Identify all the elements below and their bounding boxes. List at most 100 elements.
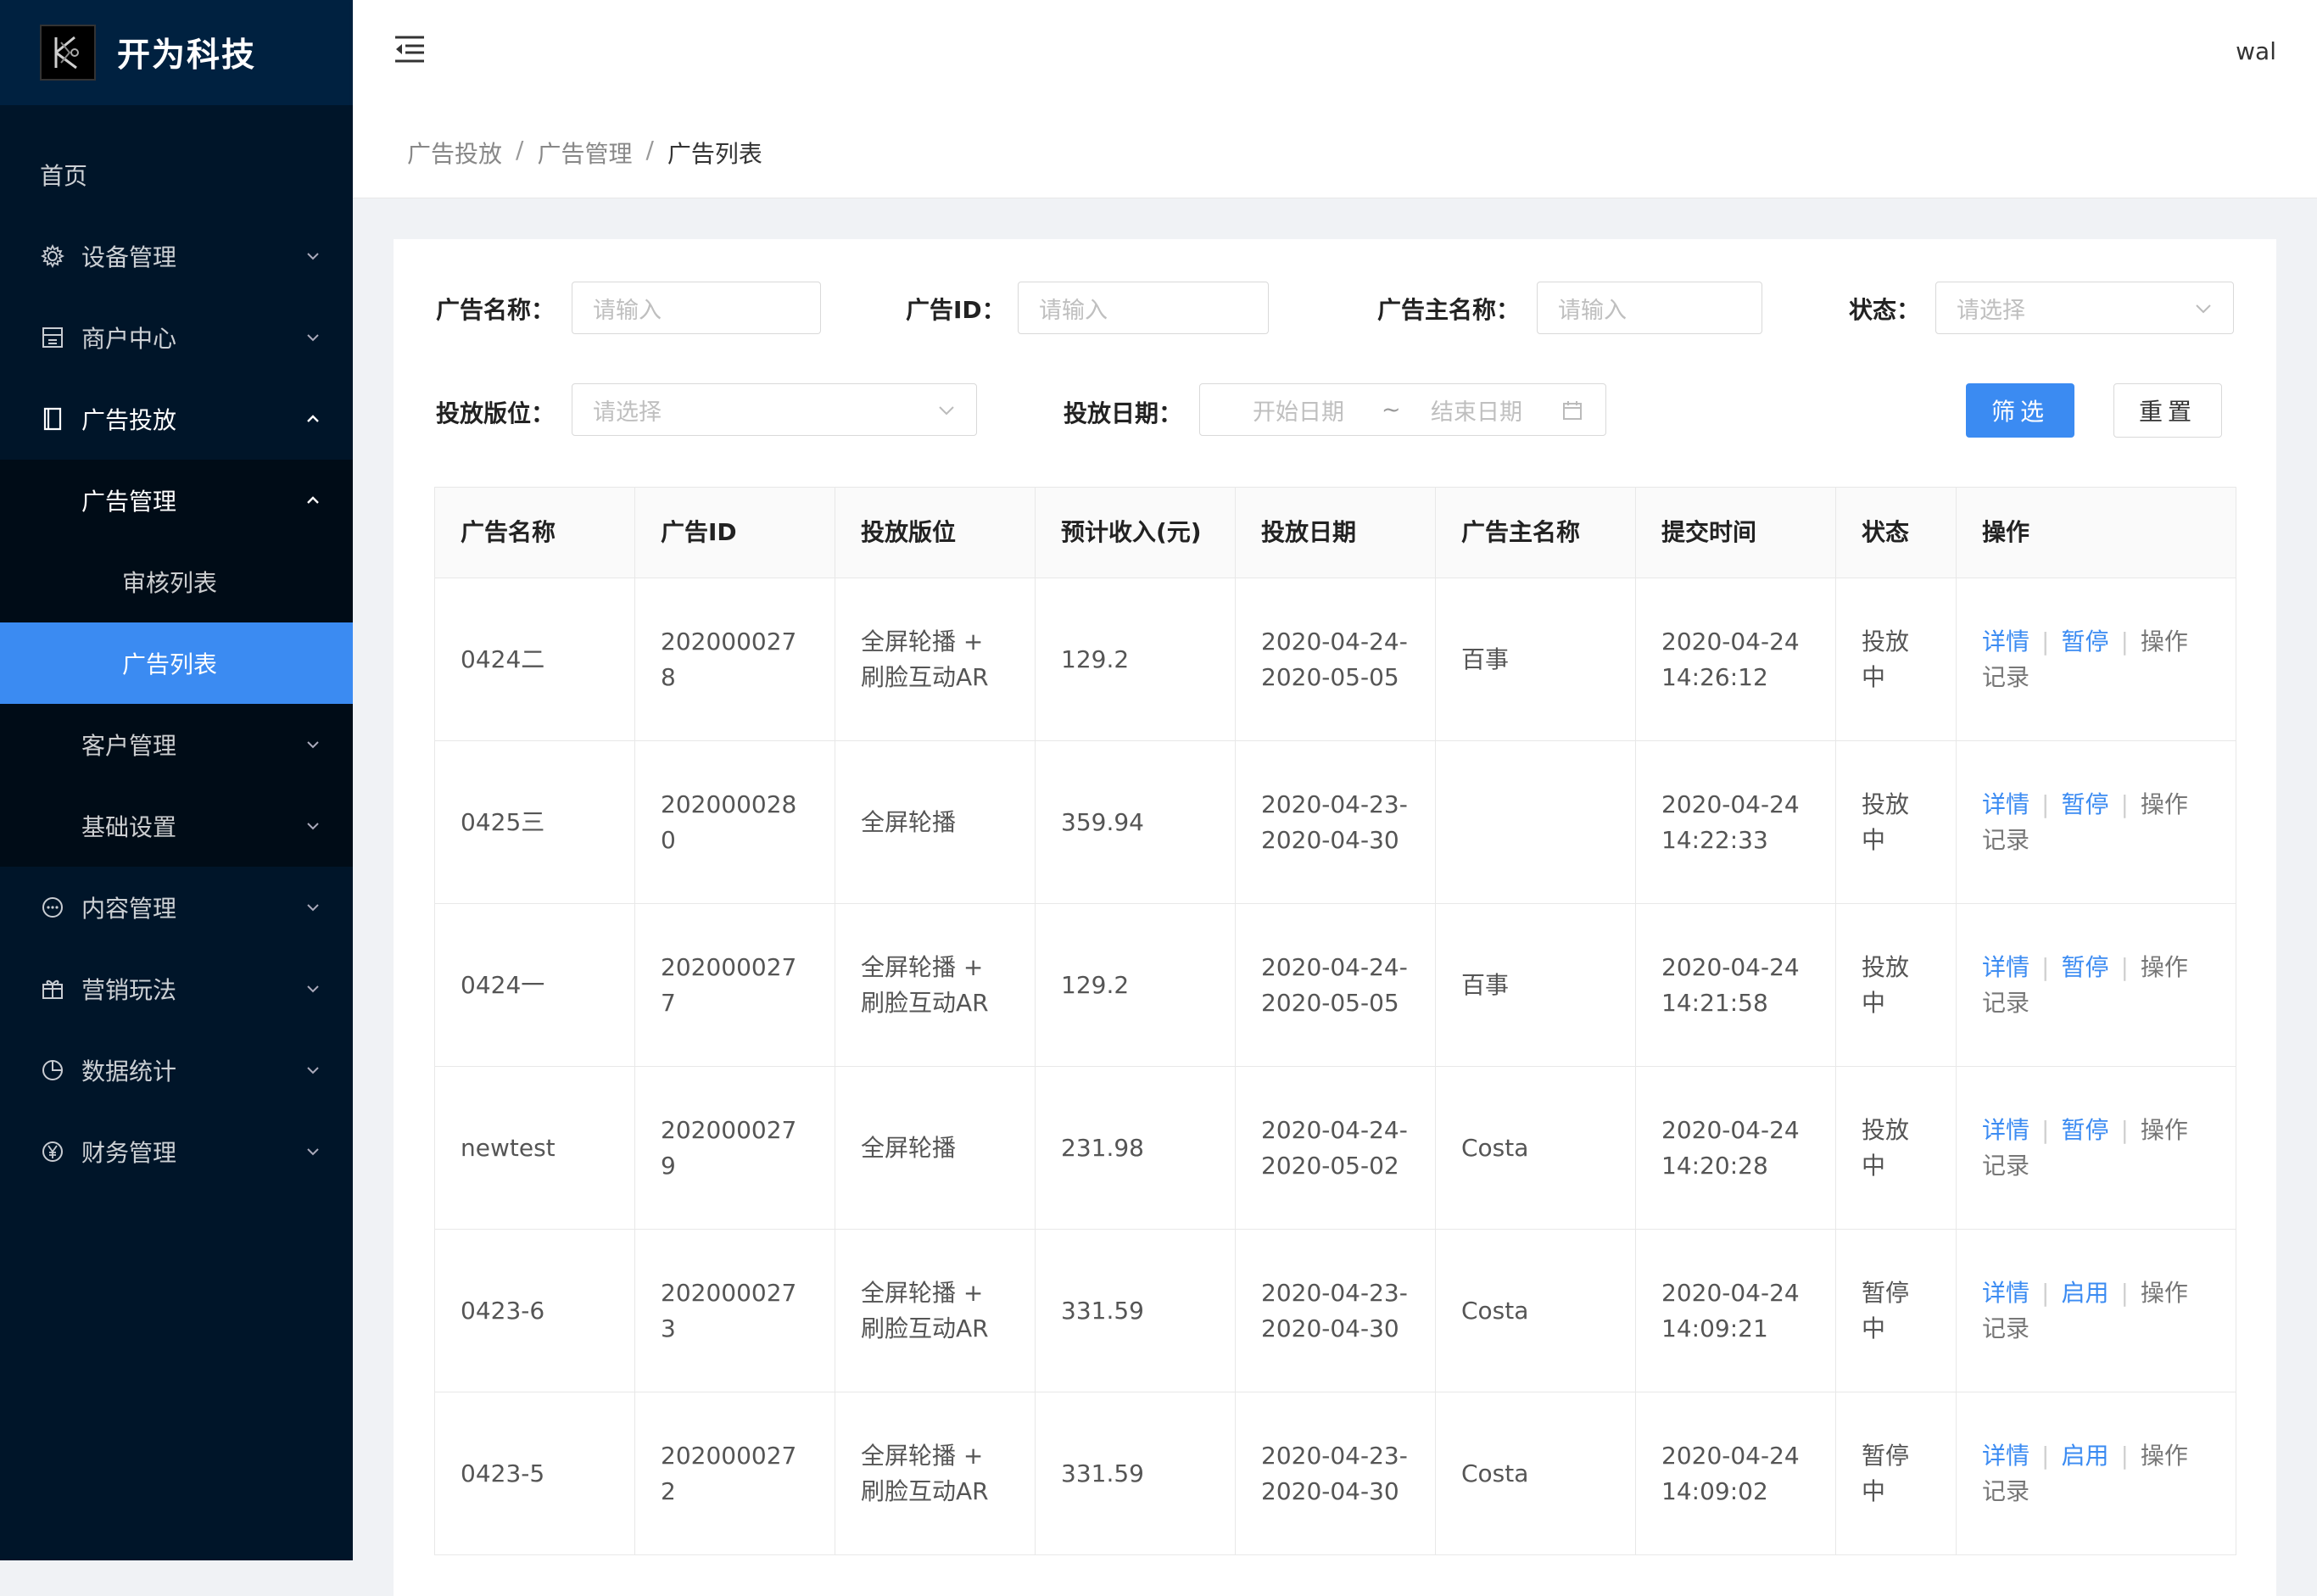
cell-advertiser: 百事 (1435, 903, 1636, 1067)
cell-actions: 详情 | 启用 | 操作记录 (1956, 1392, 2236, 1555)
chevron-down-icon (2196, 304, 2211, 314)
action-divider: | (2041, 952, 2050, 981)
cell-advertiser: 百事 (1435, 578, 1636, 741)
book-icon (43, 407, 62, 431)
sidebar-item-basic-settings[interactable]: 基础设置 (0, 785, 353, 867)
advertiser-input[interactable]: 请输入 (1537, 282, 1762, 334)
content-card: 广告名称： 请输入 广告ID： 请输入 广告主名称： 请输入 状态： 请选择 投… (394, 239, 2276, 1596)
sidebar-item-label: 营销玩法 (81, 976, 177, 1004)
cell-status: 投放中 (1835, 903, 1957, 1067)
slot-select-placeholder: 请选择 (593, 399, 662, 426)
calendar-icon (1563, 401, 1582, 420)
date-end-input[interactable]: 结束日期 (1431, 393, 1522, 427)
status-select[interactable]: 请选择 (1935, 282, 2234, 334)
detail-link[interactable]: 详情 (1982, 1279, 2029, 1307)
sidebar-item-label: 设备管理 (81, 243, 177, 271)
date-range-picker[interactable]: 开始日期 ~ 结束日期 (1199, 383, 1606, 436)
sidebar-item-label: 数据统计 (81, 1057, 177, 1085)
breadcrumb-current: 广告列表 (667, 140, 762, 168)
sidebar-item-content[interactable]: 内容管理 (0, 867, 353, 948)
sidebar-item-label: 内容管理 (81, 895, 177, 923)
ad-name-label: 广告名称： (436, 296, 556, 324)
sidebar-item-label: 广告投放 (81, 406, 177, 434)
sidebar-item-device[interactable]: 设备管理 (0, 215, 353, 297)
cell-income: 331.59 (1035, 1392, 1236, 1555)
column-header: 广告名称 (434, 487, 635, 578)
breadcrumb-separator: / (516, 136, 524, 164)
cell-ad-name: 0425三 (434, 740, 635, 904)
action-divider: | (2041, 1278, 2050, 1307)
table-row: 0423-5 2020000272 全屏轮播 + 刷脸互动AR 331.59 2020-… (434, 1392, 2236, 1555)
ad-name-input[interactable]: 请输入 (572, 282, 821, 334)
toggle-status-link[interactable]: 暂停 (2061, 1116, 2108, 1144)
detail-link[interactable]: 详情 (1982, 628, 2029, 656)
cell-status: 暂停中 (1835, 1229, 1957, 1392)
breadcrumb: 广告投放 / 广告管理 / 广告列表 (407, 136, 762, 170)
sidebar-item-statistics[interactable]: 数据统计 (0, 1030, 353, 1111)
cell-ad-id: 2020000272 (634, 1392, 835, 1555)
cell-actions: 详情 | 暂停 | 操作记录 (1956, 1066, 2236, 1230)
logo-icon (40, 25, 96, 81)
cell-advertiser: Costa (1435, 1066, 1636, 1230)
chevron-down-icon (307, 1067, 319, 1074)
cell-submitted: 2020-04-24 14:22:33 (1635, 740, 1836, 904)
action-divider: | (2120, 1278, 2129, 1307)
user-name[interactable]: wal (2236, 37, 2276, 65)
reset-button[interactable]: 重置 (2113, 383, 2222, 438)
toggle-status-link[interactable]: 暂停 (2061, 790, 2108, 818)
table-row: 0424二 2020000278 全屏轮播 + 刷脸互动AR 129.2 2020-04… (434, 578, 2236, 741)
chevron-down-icon (307, 253, 319, 260)
cell-income: 129.2 (1035, 578, 1236, 741)
toggle-status-link[interactable]: 启用 (2061, 1442, 2108, 1470)
sidebar-item-home[interactable]: 首页 (0, 134, 353, 215)
cell-date: 2020-04-23-2020-04-30 (1235, 740, 1436, 904)
toggle-status-link[interactable]: 暂停 (2061, 628, 2108, 656)
cell-advertiser: Costa (1435, 1392, 1636, 1555)
cell-ad-name: 0424二 (434, 578, 635, 741)
cell-slot: 全屏轮播 (835, 740, 1036, 904)
cell-submitted: 2020-04-24 14:21:58 (1635, 903, 1836, 1067)
column-header: 状态 (1835, 487, 1957, 578)
sidebar-item-label: 广告列表 (122, 650, 218, 678)
sidebar-item-label: 首页 (40, 162, 88, 190)
detail-link[interactable]: 详情 (1982, 953, 2029, 981)
sidebar-item-finance[interactable]: 财务管理 (0, 1111, 353, 1192)
action-divider: | (2041, 627, 2050, 656)
toggle-status-link[interactable]: 暂停 (2061, 953, 2108, 981)
sidebar-item-label: 审核列表 (122, 569, 218, 597)
cell-status: 投放中 (1835, 740, 1957, 904)
cell-actions: 详情 | 暂停 | 操作记录 (1956, 903, 2236, 1067)
sidebar-item-marketing[interactable]: 营销玩法 (0, 948, 353, 1030)
message-icon (42, 897, 63, 918)
detail-link[interactable]: 详情 (1982, 790, 2029, 818)
action-divider: | (2120, 1441, 2129, 1470)
sidebar-item-merchant[interactable]: 商户中心 (0, 297, 353, 378)
sidebar-item-label: 广告管理 (81, 488, 177, 516)
chevron-down-icon (307, 1148, 319, 1156)
detail-link[interactable]: 详情 (1982, 1116, 2029, 1144)
toggle-status-link[interactable]: 启用 (2061, 1279, 2108, 1307)
sidebar-item-advertising[interactable]: 广告投放 (0, 378, 353, 460)
ad-id-input[interactable]: 请输入 (1018, 282, 1269, 334)
sidebar-item-ad-list[interactable]: 广告列表 (0, 622, 353, 704)
breadcrumb-item[interactable]: 广告管理 (537, 136, 632, 170)
sidebar-item-customer-manage[interactable]: 客户管理 (0, 704, 353, 785)
sidebar-item-review-list[interactable]: 审核列表 (0, 541, 353, 622)
chevron-down-icon (307, 904, 319, 912)
column-header: 投放版位 (835, 487, 1036, 578)
cell-ad-name: newtest (434, 1066, 635, 1230)
status-label: 状态： (1849, 296, 1921, 324)
breadcrumb-item[interactable]: 广告投放 (407, 136, 502, 170)
store-icon (42, 327, 63, 348)
detail-link[interactable]: 详情 (1982, 1442, 2029, 1470)
date-start-input[interactable]: 开始日期 (1253, 393, 1344, 427)
filter-button[interactable]: 筛选 (1966, 383, 2074, 438)
cell-ad-name: 0424一 (434, 903, 635, 1067)
chevron-down-icon (939, 406, 954, 416)
cell-slot: 全屏轮播 + 刷脸互动AR (835, 1229, 1036, 1392)
slot-select[interactable]: 请选择 (572, 383, 977, 436)
menu-fold-icon[interactable] (394, 34, 426, 64)
cell-date: 2020-04-24-2020-05-05 (1235, 578, 1436, 741)
column-header: 预计收入(元) (1035, 487, 1236, 578)
sidebar-item-ad-manage[interactable]: 广告管理 (0, 460, 353, 541)
